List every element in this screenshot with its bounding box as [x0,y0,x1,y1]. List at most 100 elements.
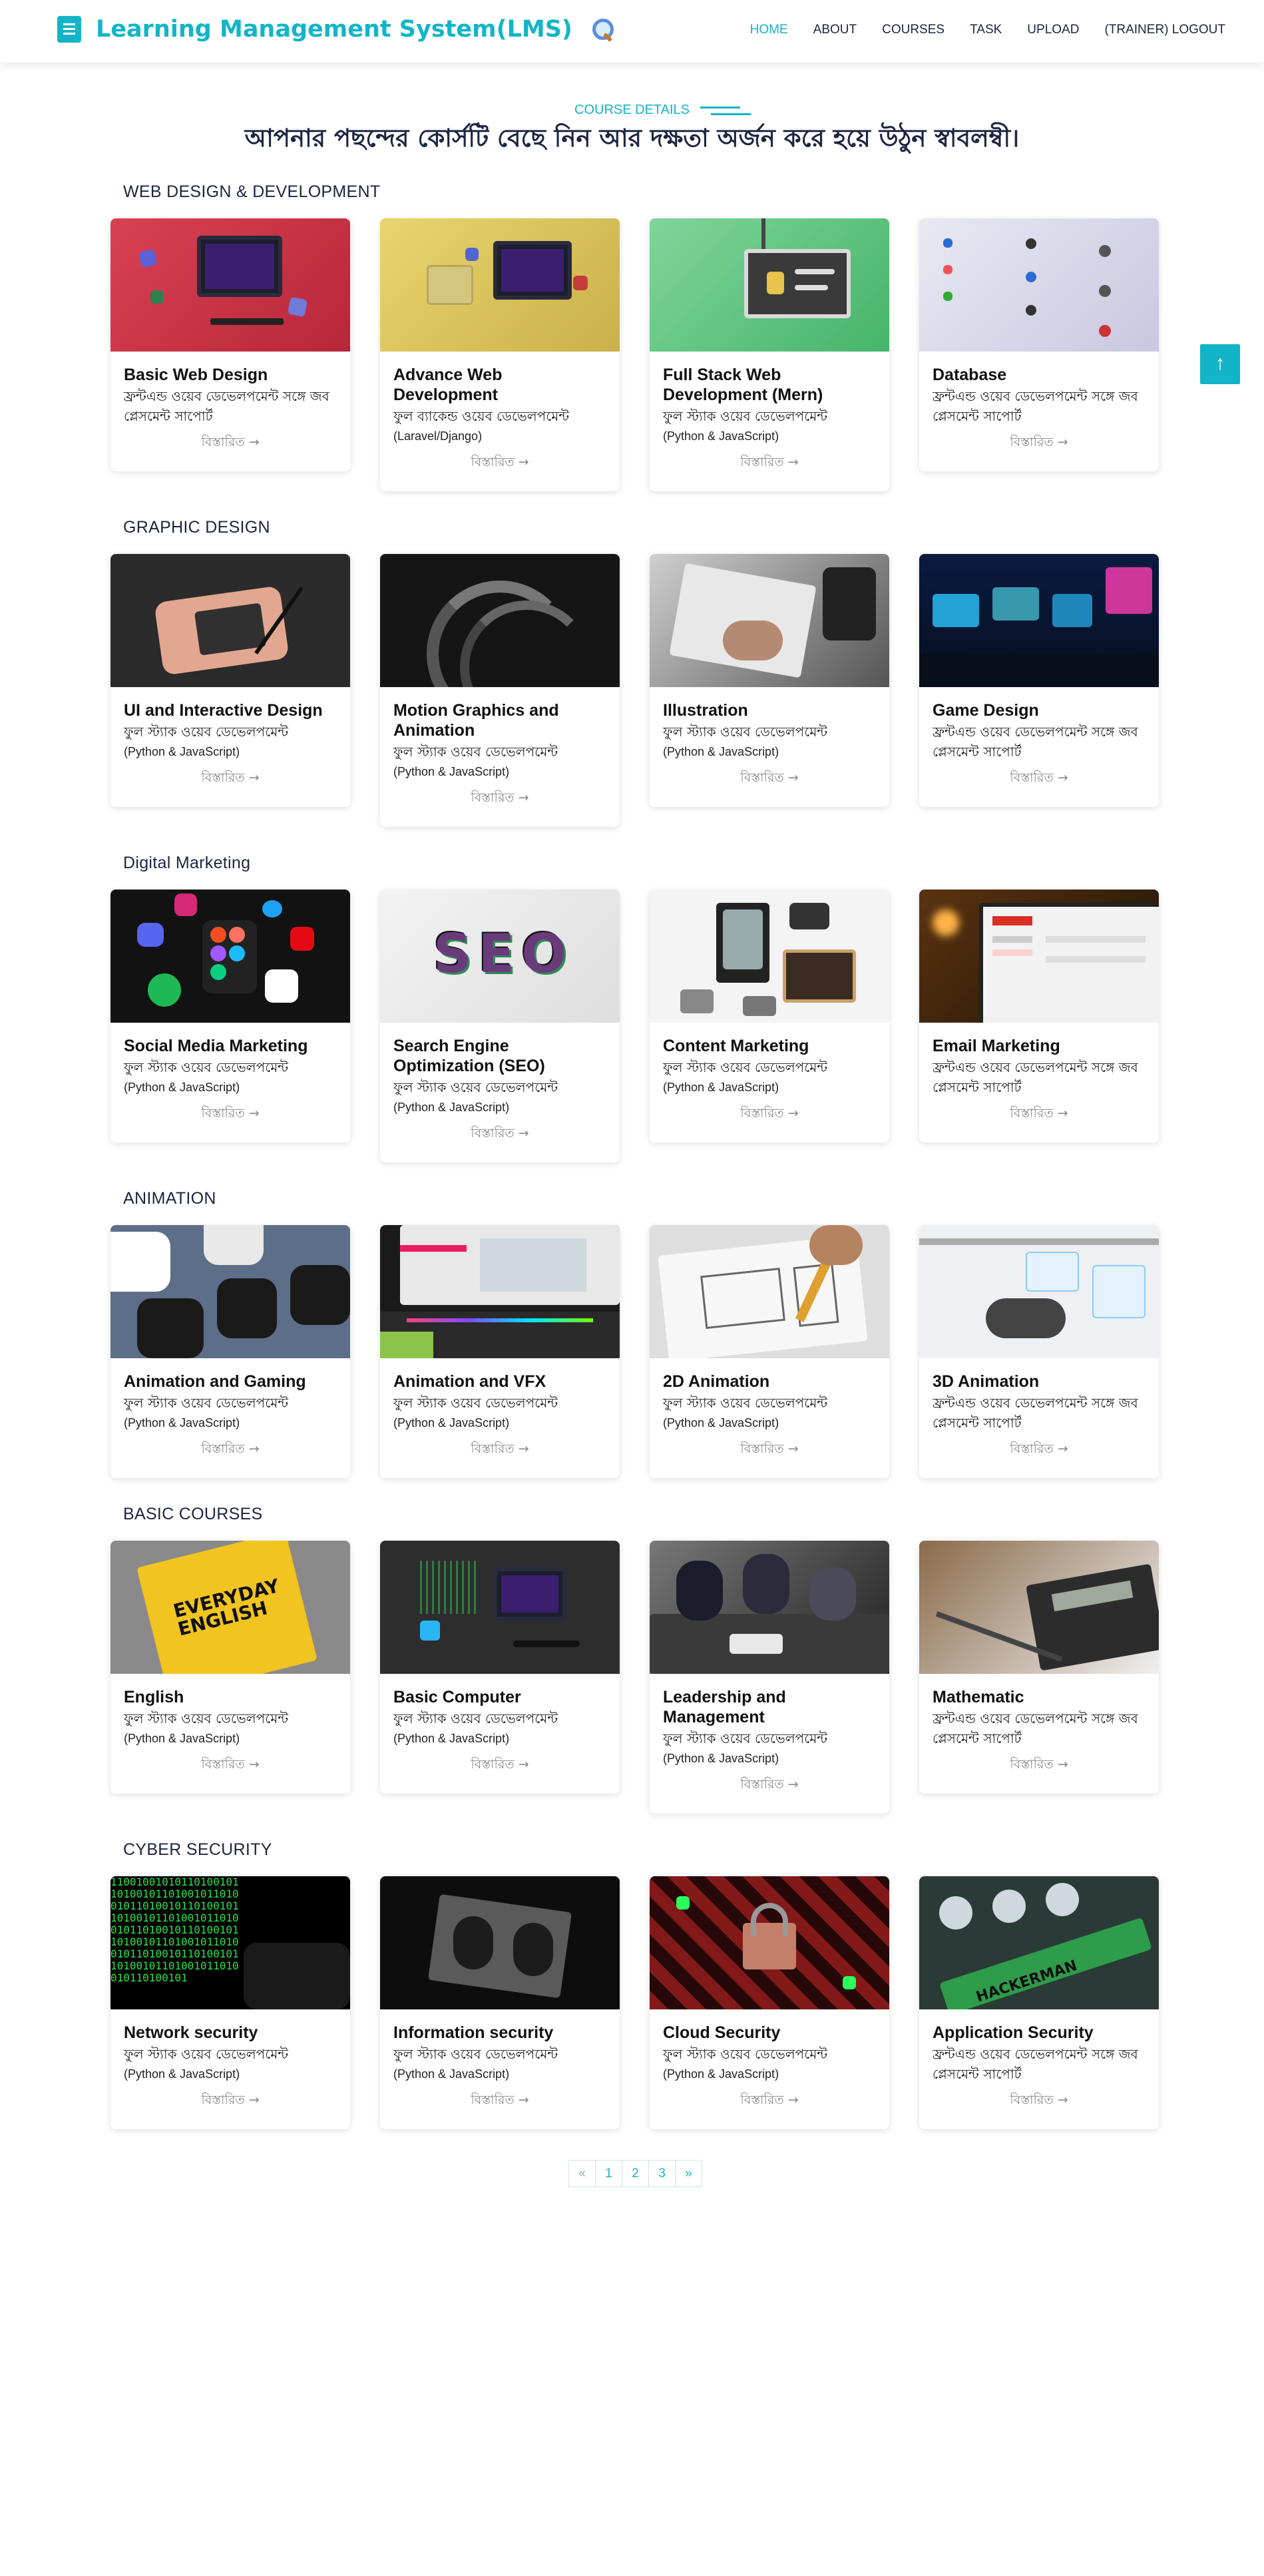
details-link[interactable]: বিস্তারিত → [124,2091,337,2112]
details-link[interactable]: বিস্তারিত → [393,1755,606,1776]
course-card[interactable]: Illustration ফুল স্ট্যাক ওয়েব ডেভেলপমেন্… [650,554,889,807]
pagination-page-3[interactable]: 3 [648,2160,676,2187]
details-link[interactable]: বিস্তারিত → [933,433,1146,454]
pagination-next[interactable]: » [675,2160,702,2187]
red-computer-image[interactable] [110,218,350,352]
course-card[interactable]: Full Stack Web Development (Mern) ফুল স্ট… [650,218,889,491]
details-link[interactable]: বিস্তারিত → [393,453,606,474]
neon-arcade-image[interactable] [919,554,1159,687]
details-link[interactable]: বিস্তারিত → [124,768,337,790]
course-title: Basic Computer [393,1688,521,1706]
pagination-page-2[interactable]: 2 [622,2160,649,2187]
course-card[interactable]: Animation and VFX ফুল স্ট্যাক ওয়েব ডেভেল… [380,1225,620,1478]
creator-desk-image[interactable] [650,890,889,1023]
course-tech-stack: (Python & JavaScript) [663,745,779,758]
course-card[interactable]: Advance Web Development ফুল ব্যাকেন্ড ওয়… [380,218,620,491]
details-link[interactable]: বিস্তারিত → [393,2091,606,2112]
sketching-hand-image[interactable] [650,554,889,687]
details-link[interactable]: বিস্তারিত → [663,1775,876,1796]
yellow-computer-image[interactable] [380,218,620,352]
binary-code-image[interactable]: 1100100101011010010110100101101001011010… [110,1876,350,2009]
course-card[interactable]: Leadership and Management ফুল স্ট্যাক ওয়… [650,1541,889,1814]
course-card[interactable]: Information security ফুল স্ট্যাক ওয়েব ডে… [380,1876,620,2129]
details-link[interactable]: বিস্তারিত → [393,788,606,810]
details-link[interactable]: বিস্তারিত → [124,1104,337,1125]
details-link[interactable]: বিস্তারিত → [933,1439,1146,1461]
course-card[interactable]: Content Marketing ফুল স্ট্যাক ওয়েব ডেভেল… [650,890,889,1143]
course-card[interactable]: Database ফ্রন্টএন্ড ওয়েব ডেভেলপমেন্ট সঙ্… [919,218,1159,471]
padlock-image[interactable] [650,1876,889,2009]
hackerman-keyboard-image[interactable]: HACKERMAN [919,1876,1159,2009]
curled-paper-image[interactable] [380,554,620,687]
details-link[interactable]: বিস্তারিত → [933,2091,1146,2112]
section-label: COURSE DETAILS [574,103,690,117]
app-icons-image[interactable] [110,1225,350,1358]
details-link[interactable]: বিস্তারিত → [393,1124,606,1145]
course-card[interactable]: EVERYDAY ENGLISH English ফুল স্ট্যাক ওয়েব … [110,1541,350,1794]
details-link[interactable]: বিস্তারিত → [124,433,337,454]
course-card[interactable]: UI and Interactive Design ফুল স্ট্যাক ওয়… [110,554,350,807]
course-description: ফুল স্ট্যাক ওয়েব ডেভেলপমেন্ট [124,2046,289,2062]
dark-computer-image[interactable] [380,1541,620,1674]
course-card[interactable]: 2D Animation ফুল স্ট্যাক ওয়েব ডেভেলপমেন্… [650,1225,889,1478]
course-tech-stack: (Python & JavaScript) [663,1752,779,1765]
course-card[interactable]: Email Marketing ফ্রন্টএন্ড ওয়েব ডেভেলপমে… [919,890,1159,1143]
nav-upload[interactable]: UPLOAD [1027,23,1079,37]
brand[interactable]: Learning Management System(LMS) [57,16,614,43]
course-card-body: Mathematic ফ্রন্টএন্ড ওয়েব ডেভেলপমেন্ট স… [919,1674,1159,1794]
hacker-laptop-image[interactable] [380,1876,620,2009]
course-title: Animation and Gaming [124,1372,306,1391]
details-link[interactable]: বিস্তারিত → [124,1755,337,1776]
details-link[interactable]: বিস্তারিত → [393,1439,606,1461]
course-title: 2D Animation [663,1372,770,1391]
english-book-image[interactable]: EVERYDAY ENGLISH [110,1541,350,1674]
course-card-body: Network security ফুল স্ট্যাক ওয়েব ডেভেলপ… [110,2009,350,2129]
course-card[interactable]: Basic Computer ফুল স্ট্যাক ওয়েব ডেভেলপমে… [380,1541,620,1794]
course-card[interactable]: SEO Search Engine Optimization (SEO) ফুল স… [380,890,620,1162]
course-card[interactable]: HACKERMAN Application Security ফ্রন্টএন্ড… [919,1876,1159,2129]
course-card[interactable]: Mathematic ফ্রন্টএন্ড ওয়েব ডেভেলপমেন্ট স… [919,1541,1159,1794]
section-divider [700,107,751,116]
course-card[interactable]: Cloud Security ফুল স্ট্যাক ওয়েব ডেভেলপমে… [650,1876,889,2129]
course-card[interactable]: Social Media Marketing ফুল স্ট্যাক ওয়েব … [110,890,350,1143]
course-card[interactable]: 1100100101011010010110100101101001011010… [110,1876,350,2129]
course-title: Leadership and Management [663,1688,786,1726]
pagination-page-1[interactable]: 1 [595,2160,622,2187]
wireframe-sketch-image[interactable] [650,1225,889,1358]
meeting-image[interactable] [650,1541,889,1674]
details-link[interactable]: বিস্তারিত → [933,768,1146,790]
course-card[interactable]: Animation and Gaming ফুল স্ট্যাক ওয়েব ডে… [110,1225,350,1478]
details-link[interactable]: বিস্তারিত → [933,1755,1146,1776]
course-card[interactable]: Basic Web Design ফ্রন্টএন্ড ওয়েব ডেভেলপম… [110,218,350,471]
course-title: Search Engine Optimization (SEO) [393,1037,545,1075]
course-card[interactable]: Motion Graphics and Animation ফুল স্ট্যাক… [380,554,620,827]
pagination-prev[interactable]: « [568,2160,596,2187]
database-icons-image[interactable] [919,218,1159,352]
details-link[interactable]: বিস্তারিত → [663,453,876,474]
whiteboard-image[interactable] [919,1225,1159,1358]
scroll-top-button[interactable]: ↑ [1200,344,1240,384]
laptop-vfx-image[interactable] [380,1225,620,1358]
calculator-image[interactable] [919,1541,1159,1674]
nav-courses[interactable]: COURSES [882,23,945,37]
course-description: ফুল স্ট্যাক ওয়েব ডেভেলপমেন্ট [663,1059,828,1075]
nav-task[interactable]: TASK [970,23,1002,37]
course-card-body: Search Engine Optimization (SEO) ফুল স্ট্… [380,1023,620,1162]
details-link[interactable]: বিস্তারিত → [933,1104,1146,1125]
nav-home[interactable]: HOME [750,23,788,37]
details-link[interactable]: বিস্তারিত → [663,768,876,790]
nav-about[interactable]: ABOUT [813,23,857,37]
drawing-tablet-image[interactable] [110,554,350,687]
details-link[interactable]: বিস্তারিত → [663,2091,876,2112]
social-apps-image[interactable] [110,890,350,1023]
gmail-laptop-image[interactable] [919,890,1159,1023]
details-link[interactable]: বিস্তারিত → [663,1439,876,1461]
book-icon [57,16,81,43]
course-card[interactable]: Game Design ফ্রন্টএন্ড ওয়েব ডেভেলপমেন্ট … [919,554,1159,807]
details-link[interactable]: বিস্তারিত → [124,1439,337,1461]
green-screen-image[interactable] [650,218,889,352]
details-link[interactable]: বিস্তারিত → [663,1104,876,1125]
seo-letters-image[interactable]: SEO [380,890,620,1023]
nav-logout[interactable]: (TRAINER) LOGOUT [1104,23,1225,37]
course-card[interactable]: 3D Animation ফ্রন্টএন্ড ওয়েব ডেভেলপমেন্ট… [919,1225,1159,1478]
